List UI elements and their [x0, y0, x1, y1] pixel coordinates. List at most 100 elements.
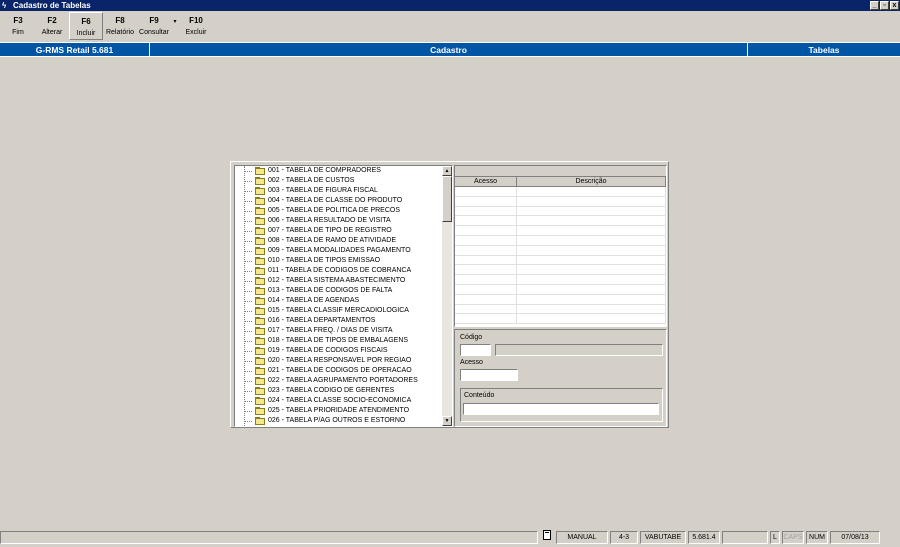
grid-header: Acesso Descrição	[455, 177, 666, 187]
close-button[interactable]: x	[890, 1, 899, 10]
tree-item[interactable]: 026 - TABELA P/AG OUTROS E ESTORNO	[235, 416, 443, 426]
consultar-button[interactable]: F9 Consultar	[137, 12, 171, 40]
consultar-dropdown-icon[interactable]: ▾	[171, 7, 179, 35]
tree-branch-line	[244, 351, 252, 352]
folder-icon	[255, 177, 265, 185]
folder-icon	[255, 167, 265, 175]
tree-item[interactable]: 007 - TABELA DE TIPO DE REGISTRO	[235, 226, 443, 236]
acesso-field[interactable]	[460, 369, 518, 381]
tree-item-label: 024 - TABELA CLASSE SOCIO-ECONOMICA	[268, 397, 412, 404]
excluir-button[interactable]: F10 Excluir	[179, 12, 213, 40]
grid-row[interactable]	[455, 216, 666, 227]
grid-cell-acesso	[455, 314, 517, 324]
alterar-button[interactable]: F2 Alterar	[35, 12, 69, 40]
codigo-field[interactable]	[460, 344, 491, 356]
tree-item[interactable]: 005 - TABELA DE POLITICA DE PRECOS	[235, 206, 443, 216]
tree-item[interactable]: 012 - TABELA SISTEMA ABASTECIMENTO	[235, 276, 443, 286]
tree-item[interactable]: 021 - TABELA DE CODIGOS DE OPERACAO	[235, 366, 443, 376]
column-acesso[interactable]: Acesso	[455, 177, 517, 186]
grid-row[interactable]	[455, 245, 666, 256]
tree-item[interactable]: 024 - TABELA CLASSE SOCIO-ECONOMICA	[235, 396, 443, 406]
tree-branch-line	[244, 381, 252, 382]
tree-branch-line	[244, 391, 252, 392]
tree-branch-line	[244, 321, 252, 322]
tree-item-label: 001 - TABELA DE COMPRADORES	[268, 167, 381, 174]
scroll-down-icon[interactable]: ▼	[442, 416, 452, 426]
grid-row[interactable]	[455, 235, 666, 246]
incluir-label: Incluir	[76, 30, 96, 37]
grid-row[interactable]	[455, 275, 666, 285]
tree-item[interactable]: 003 - TABELA DE FIGURA FISCAL	[235, 186, 443, 196]
grid-cell-acesso	[455, 265, 517, 275]
tree-item[interactable]: 014 - TABELA DE AGENDAS	[235, 296, 443, 306]
grid-row[interactable]	[455, 265, 666, 276]
status-lock: L	[770, 531, 780, 544]
module-title: Cadastro	[150, 43, 748, 56]
status-page: 4-3	[610, 531, 638, 544]
tree-item[interactable]: 025 - TABELA PRIORIDADE ATENDIMENTO	[235, 406, 443, 416]
tree-branch-line	[244, 291, 252, 292]
tree-item[interactable]: 019 - TABELA DE CODIGOS FISCAIS	[235, 346, 443, 356]
tables-dialog: 001 - TABELA DE COMPRADORES 002 - TABELA …	[230, 161, 669, 428]
grid-cell-acesso	[455, 206, 517, 216]
tables-tree[interactable]: 001 - TABELA DE COMPRADORES 002 - TABELA …	[234, 165, 453, 427]
tree-item[interactable]: 002 - TABELA DE CUSTOS	[235, 176, 443, 186]
tree-item[interactable]: 018 - TABELA DE TIPOS DE EMBALAGENS	[235, 336, 443, 346]
grid-row[interactable]	[455, 196, 666, 207]
tree-item[interactable]: 020 - TABELA RESPONSAVEL POR REGIAO	[235, 356, 443, 366]
tree-item[interactable]: 004 - TABELA DE CLASSE DO PRODUTO	[235, 196, 443, 206]
scroll-up-icon[interactable]: ▲	[442, 166, 452, 176]
minimize-button[interactable]: _	[870, 1, 879, 10]
tree-item[interactable]: 001 - TABELA DE COMPRADORES	[235, 166, 443, 176]
grid-row[interactable]	[455, 226, 666, 236]
tree-branch-line	[244, 301, 252, 302]
folder-icon	[255, 417, 265, 425]
status-date: 07/08/13	[830, 531, 880, 544]
tree-item[interactable]: 015 - TABELA CLASSIF MERCADIOLOGICA	[235, 306, 443, 316]
folder-icon	[255, 287, 265, 295]
tree-item[interactable]: 022 - TABELA AGRUPAMENTO PORTADORES	[235, 376, 443, 386]
grid-row[interactable]	[455, 294, 666, 305]
tree-item[interactable]: 009 - TABELA MODALIDADES PAGAMENTO	[235, 246, 443, 256]
restore-button[interactable]: ▫	[880, 1, 889, 10]
grid-row[interactable]	[455, 255, 666, 266]
column-descricao[interactable]: Descrição	[517, 177, 666, 186]
conteudo-group: Conteúdo	[460, 388, 663, 422]
tree-scrollbar[interactable]: ▲ ▼	[442, 166, 452, 426]
window-controls: _ ▫ x	[870, 1, 899, 10]
grid-cell-descricao	[517, 226, 666, 235]
tree-item[interactable]: 016 - TABELA DEPARTAMENTOS	[235, 316, 443, 326]
status-version: 5.681.4	[688, 531, 720, 544]
grid-cell-descricao	[517, 187, 666, 196]
grid-row[interactable]	[455, 304, 666, 315]
access-grid[interactable]: Acesso Descrição	[454, 165, 667, 327]
relatorio-key: F8	[115, 16, 125, 25]
grid-row[interactable]	[455, 284, 666, 295]
incluir-button[interactable]: F6 Incluir	[69, 12, 103, 40]
tree-item[interactable]: 010 - TABELA DE TIPOS EMISSAO	[235, 256, 443, 266]
document-icon	[543, 530, 551, 540]
tree-item[interactable]: 011 - TABELA DE CODIGOS DE COBRANCA	[235, 266, 443, 276]
tree-item[interactable]: 006 - TABELA RESULTADO DE VISITA	[235, 216, 443, 226]
excluir-label: Excluir	[185, 29, 207, 36]
tree-item[interactable]: 017 - TABELA FREQ. / DIAS DE VISITA	[235, 326, 443, 336]
grid-cell-acesso	[455, 187, 517, 196]
tree-item[interactable]: 023 - TABELA CODIGO DE GERENTES	[235, 386, 443, 396]
grid-cell-descricao	[517, 265, 666, 275]
folder-icon	[255, 247, 265, 255]
fim-button[interactable]: F3 Fim	[1, 12, 35, 40]
grid-row[interactable]	[455, 206, 666, 217]
conteudo-field[interactable]	[463, 403, 659, 415]
scroll-thumb[interactable]	[442, 176, 452, 222]
tree-item-label: 016 - TABELA DEPARTAMENTOS	[268, 317, 376, 324]
folder-icon	[255, 337, 265, 345]
grid-row[interactable]	[455, 187, 666, 197]
relatorio-button[interactable]: F8 Relatório	[103, 12, 137, 40]
window-title: Cadastro de Tabelas	[13, 1, 91, 10]
grid-row[interactable]	[455, 314, 666, 325]
tree-branch-line	[244, 371, 252, 372]
tree-item-label: 009 - TABELA MODALIDADES PAGAMENTO	[268, 247, 411, 254]
tree-item[interactable]: 008 - TABELA DE RAMO DE ATIVIDADE	[235, 236, 443, 246]
detail-form: Código Acesso Conteúdo	[454, 329, 667, 427]
tree-item[interactable]: 013 - TABELA DE CODIGOS DE FALTA	[235, 286, 443, 296]
